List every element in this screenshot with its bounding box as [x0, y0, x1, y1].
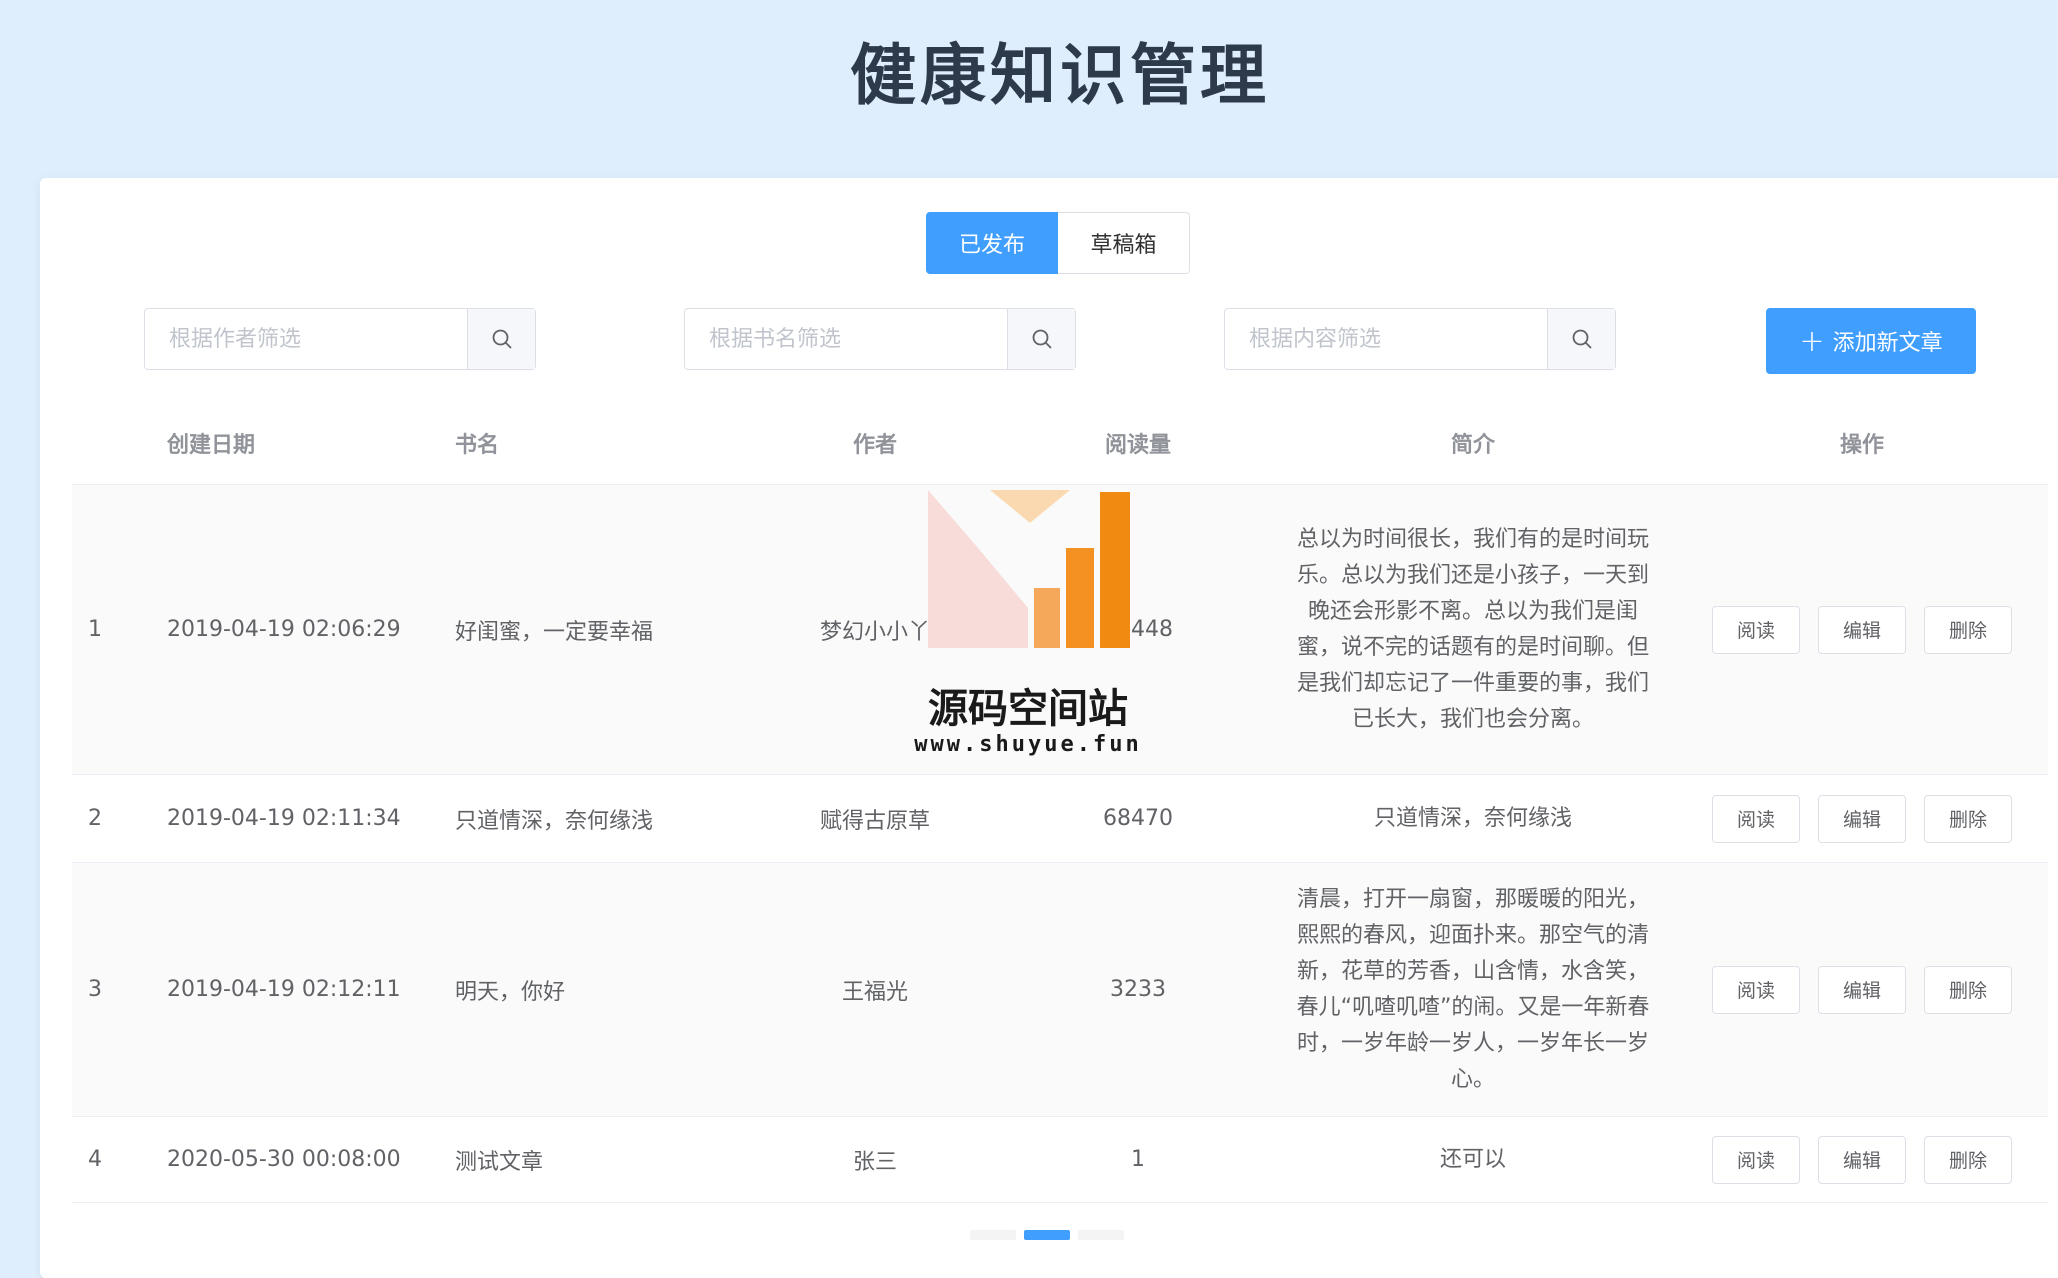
header-actions: 操作 [1676, 402, 2048, 485]
articles-table: 创建日期 书名 作者 阅读量 简介 操作 1 2019-04-19 02:06:… [72, 402, 2048, 1203]
read-button[interactable]: 阅读 [1712, 794, 1800, 843]
content-search-button[interactable] [1547, 309, 1615, 369]
row-date: 2019-04-19 02:12:11 [166, 862, 454, 1117]
header-index [72, 402, 166, 485]
delete-button[interactable]: 删除 [1924, 1135, 2012, 1184]
header-date: 创建日期 [166, 402, 454, 485]
content-card: 已发布 草稿箱 + 添加新文章 创建日期 书名 [40, 178, 2058, 1278]
row-index: 2 [72, 774, 166, 863]
book-filter [684, 308, 1076, 370]
book-search-button[interactable] [1007, 309, 1075, 369]
row-date: 2019-04-19 02:06:29 [166, 484, 454, 775]
table-row: 3 2019-04-19 02:12:11 明天，你好 王福光 3233 清晨，… [72, 862, 2048, 1117]
row-reads: 3233 [1006, 862, 1270, 1117]
book-filter-input[interactable] [685, 309, 1007, 369]
status-tabs: 已发布 草稿箱 [926, 212, 1190, 274]
edit-button[interactable]: 编辑 [1818, 605, 1906, 654]
header-author: 作者 [744, 402, 1006, 485]
table-row: 2 2019-04-19 02:11:34 只道情深，奈何缘浅 赋得古原草 68… [72, 774, 2048, 863]
row-reads: 1 [1006, 1116, 1270, 1203]
header-title: 书名 [454, 402, 744, 485]
plus-icon: + [1799, 323, 1825, 359]
add-article-button[interactable]: + 添加新文章 [1766, 308, 1976, 374]
table-row: 1 2019-04-19 02:06:29 好闺蜜，一定要幸福 梦幻小小丫 39… [72, 484, 2048, 775]
search-icon [1032, 329, 1052, 349]
header-reads: 阅读量 [1006, 402, 1270, 485]
row-intro: 只道情深，奈何缘浅 [1270, 774, 1676, 863]
author-search-button[interactable] [467, 309, 535, 369]
header-intro: 简介 [1270, 402, 1676, 485]
read-button[interactable]: 阅读 [1712, 605, 1800, 654]
author-filter-input[interactable] [145, 309, 467, 369]
pager-prev[interactable] [970, 1230, 1016, 1240]
search-icon [1572, 329, 1592, 349]
row-title: 只道情深，奈何缘浅 [454, 774, 744, 863]
row-author: 张三 [744, 1116, 1006, 1203]
author-filter [144, 308, 536, 370]
delete-button[interactable]: 删除 [1924, 794, 2012, 843]
row-intro: 总以为时间很长，我们有的是时间玩乐。总以为我们还是小孩子，一天到晚还会形影不离。… [1270, 484, 1676, 775]
row-actions: 阅读 编辑 删除 [1676, 862, 2048, 1117]
content-filter [1224, 308, 1616, 370]
row-title: 好闺蜜，一定要幸福 [454, 484, 744, 775]
row-intro: 还可以 [1270, 1116, 1676, 1203]
table-header-row: 创建日期 书名 作者 阅读量 简介 操作 [72, 402, 2048, 485]
pager-next[interactable] [1078, 1230, 1124, 1240]
pagination [970, 1230, 1124, 1240]
delete-button[interactable]: 删除 [1924, 605, 2012, 654]
row-actions: 阅读 编辑 删除 [1676, 484, 2048, 775]
edit-button[interactable]: 编辑 [1818, 794, 1906, 843]
row-date: 2020-05-30 00:08:00 [166, 1116, 454, 1203]
read-button[interactable]: 阅读 [1712, 1135, 1800, 1184]
row-index: 3 [72, 862, 166, 1117]
pager-page-current[interactable] [1024, 1230, 1070, 1240]
row-reads: 39448 [1006, 484, 1270, 775]
row-author: 梦幻小小丫 [744, 484, 1006, 775]
row-author: 王福光 [744, 862, 1006, 1117]
row-title: 测试文章 [454, 1116, 744, 1203]
edit-button[interactable]: 编辑 [1818, 965, 1906, 1014]
tab-published[interactable]: 已发布 [926, 212, 1058, 274]
row-author: 赋得古原草 [744, 774, 1006, 863]
tab-drafts[interactable]: 草稿箱 [1058, 212, 1190, 274]
delete-button[interactable]: 删除 [1924, 965, 2012, 1014]
table-row: 4 2020-05-30 00:08:00 测试文章 张三 1 还可以 阅读 编… [72, 1116, 2048, 1203]
content-filter-input[interactable] [1225, 309, 1547, 369]
row-date: 2019-04-19 02:11:34 [166, 774, 454, 863]
row-index: 1 [72, 484, 166, 775]
search-icon [492, 329, 512, 349]
read-button[interactable]: 阅读 [1712, 965, 1800, 1014]
edit-button[interactable]: 编辑 [1818, 1135, 1906, 1184]
add-article-label: 添加新文章 [1832, 331, 1943, 356]
row-title: 明天，你好 [454, 862, 744, 1117]
row-actions: 阅读 编辑 删除 [1676, 774, 2048, 863]
row-actions: 阅读 编辑 删除 [1676, 1116, 2048, 1203]
row-index: 4 [72, 1116, 166, 1203]
page-title: 健康知识管理 [850, 37, 1270, 114]
row-reads: 68470 [1006, 774, 1270, 863]
row-intro: 清晨，打开一扇窗，那暖暖的阳光，熙熙的春风，迎面扑来。那空气的清新，花草的芳香，… [1270, 862, 1676, 1117]
